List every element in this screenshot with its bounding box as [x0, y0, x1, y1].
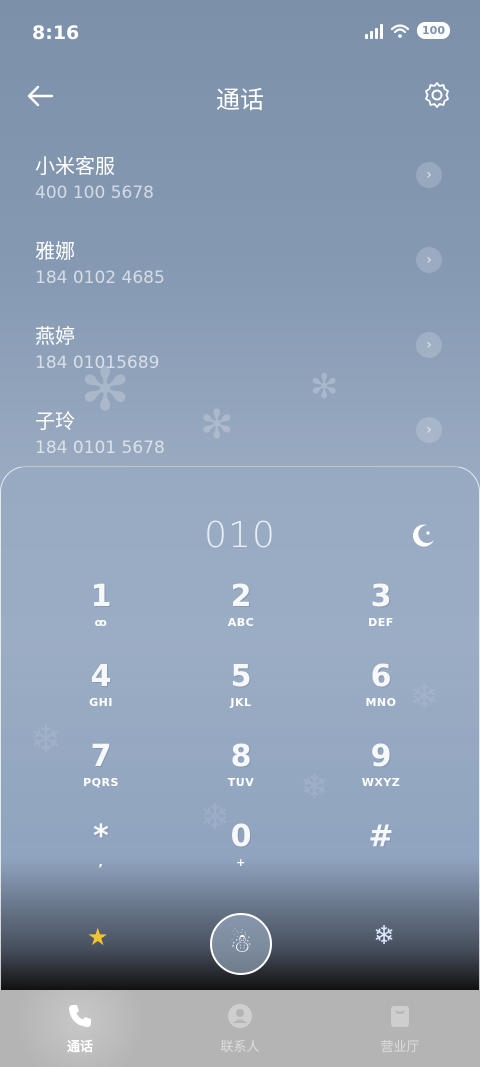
key-digit: # [368, 819, 394, 854]
key-digit: 5 [230, 659, 252, 694]
battery-icon: 100 [417, 22, 450, 39]
key-hash[interactable]: # [311, 819, 451, 899]
key-letters: GHI [89, 696, 113, 709]
chevron-right-icon[interactable]: › [416, 417, 442, 443]
key-letters: JKL [230, 696, 252, 709]
keypad: 1ꝏ 2 ABC 3 DEF 4 GHI 5 JKL 6 MNO 7 PQRS 8 TUV 9… [31, 579, 451, 899]
recent-call-item[interactable]: 燕婷 184 01015689 › [0, 306, 480, 391]
status-icons: 100 [365, 22, 450, 39]
contact-number: 400 100 5678 [35, 183, 154, 203]
header: 通话 [0, 66, 480, 126]
key-letters: DEF [368, 616, 394, 629]
tab-label: 通话 [66, 1040, 93, 1055]
key-2[interactable]: 2 ABC [171, 579, 311, 659]
key-5[interactable]: 5 JKL [171, 659, 311, 739]
key-digit: 0 [230, 819, 252, 854]
key-digit: * [93, 819, 109, 854]
key-digit: 8 [230, 739, 252, 774]
key-letters: ABC [227, 616, 255, 629]
chevron-right-icon[interactable]: › [416, 162, 442, 188]
wifi-icon [391, 23, 410, 38]
key-letters: , [98, 856, 104, 869]
key-digit: 6 [370, 659, 392, 694]
tab-service-hall[interactable]: 营业厅 [320, 990, 480, 1067]
key-6[interactable]: 6 MNO [311, 659, 451, 739]
recent-call-item[interactable]: 子玲 184 0101 5678 › [0, 391, 480, 476]
gear-icon[interactable] [422, 80, 452, 110]
page-title: 通话 [216, 86, 264, 114]
recent-call-item[interactable]: 雅娜 184 0102 4685 › [0, 221, 480, 306]
bottom-tab-bar: 通话 联系人 营业厅 [0, 990, 480, 1067]
voicemail-icon: ꝏ [94, 616, 108, 629]
tab-calls[interactable]: 通话 [0, 990, 160, 1067]
chevron-right-icon[interactable]: › [416, 247, 442, 273]
key-4[interactable]: 4 GHI [31, 659, 171, 739]
moon-icon[interactable] [407, 521, 437, 551]
key-1[interactable]: 1ꝏ [31, 579, 171, 659]
key-8[interactable]: 8 TUV [171, 739, 311, 819]
contact-name: 子玲 [35, 409, 75, 433]
key-digit: 4 [90, 659, 112, 694]
key-letters: + [236, 856, 246, 869]
phone-icon [69, 1005, 91, 1027]
key-star[interactable]: *, [31, 819, 171, 899]
shopping-bag-icon [391, 1006, 409, 1027]
signal-icon [365, 23, 384, 39]
contact-name: 小米客服 [35, 154, 115, 178]
contact-number: 184 01015689 [35, 353, 160, 373]
key-digit: 7 [90, 739, 112, 774]
key-digit: 3 [370, 579, 392, 614]
key-letters: PQRS [83, 776, 119, 789]
tab-label: 联系人 [220, 1040, 260, 1055]
recent-call-item[interactable]: 小米客服 400 100 5678 › [0, 136, 480, 221]
key-digit: 1 [90, 579, 112, 614]
dialpad-actions: ★ ☃ ❄ [1, 913, 480, 983]
key-digit: 2 [230, 579, 252, 614]
chevron-right-icon[interactable]: › [416, 332, 442, 358]
key-7[interactable]: 7 PQRS [31, 739, 171, 819]
key-letters: TUV [227, 776, 255, 789]
contact-icon [228, 1004, 252, 1028]
contact-name: 燕婷 [35, 324, 75, 348]
status-time: 8:16 [32, 22, 80, 44]
tab-label: 营业厅 [380, 1040, 420, 1055]
key-3[interactable]: 3 DEF [311, 579, 451, 659]
key-letters: MNO [365, 696, 397, 709]
key-9[interactable]: 9 WXYZ [311, 739, 451, 819]
snowflake-icon[interactable]: ❄ [373, 921, 395, 951]
contact-number: 184 0102 4685 [35, 268, 165, 288]
snowman-icon: ☃ [229, 929, 253, 959]
recent-calls-list: 小米客服 400 100 5678 › 雅娜 184 0102 4685 › 燕… [0, 136, 480, 476]
tab-contacts[interactable]: 联系人 [160, 990, 320, 1067]
key-digit: 9 [370, 739, 392, 774]
dialpad: 010 1ꝏ 2 ABC 3 DEF 4 GHI 5 JKL 6 MNO 7 PQRS 8T… [0, 466, 480, 990]
star-icon[interactable]: ★ [87, 923, 109, 951]
status-bar: 8:16 100 [0, 0, 480, 66]
key-0[interactable]: 0 + [171, 819, 311, 899]
key-letters: WXYZ [361, 776, 401, 789]
call-button[interactable]: ☃ [210, 913, 272, 975]
contact-name: 雅娜 [35, 239, 75, 263]
contact-number: 184 0101 5678 [35, 438, 165, 458]
